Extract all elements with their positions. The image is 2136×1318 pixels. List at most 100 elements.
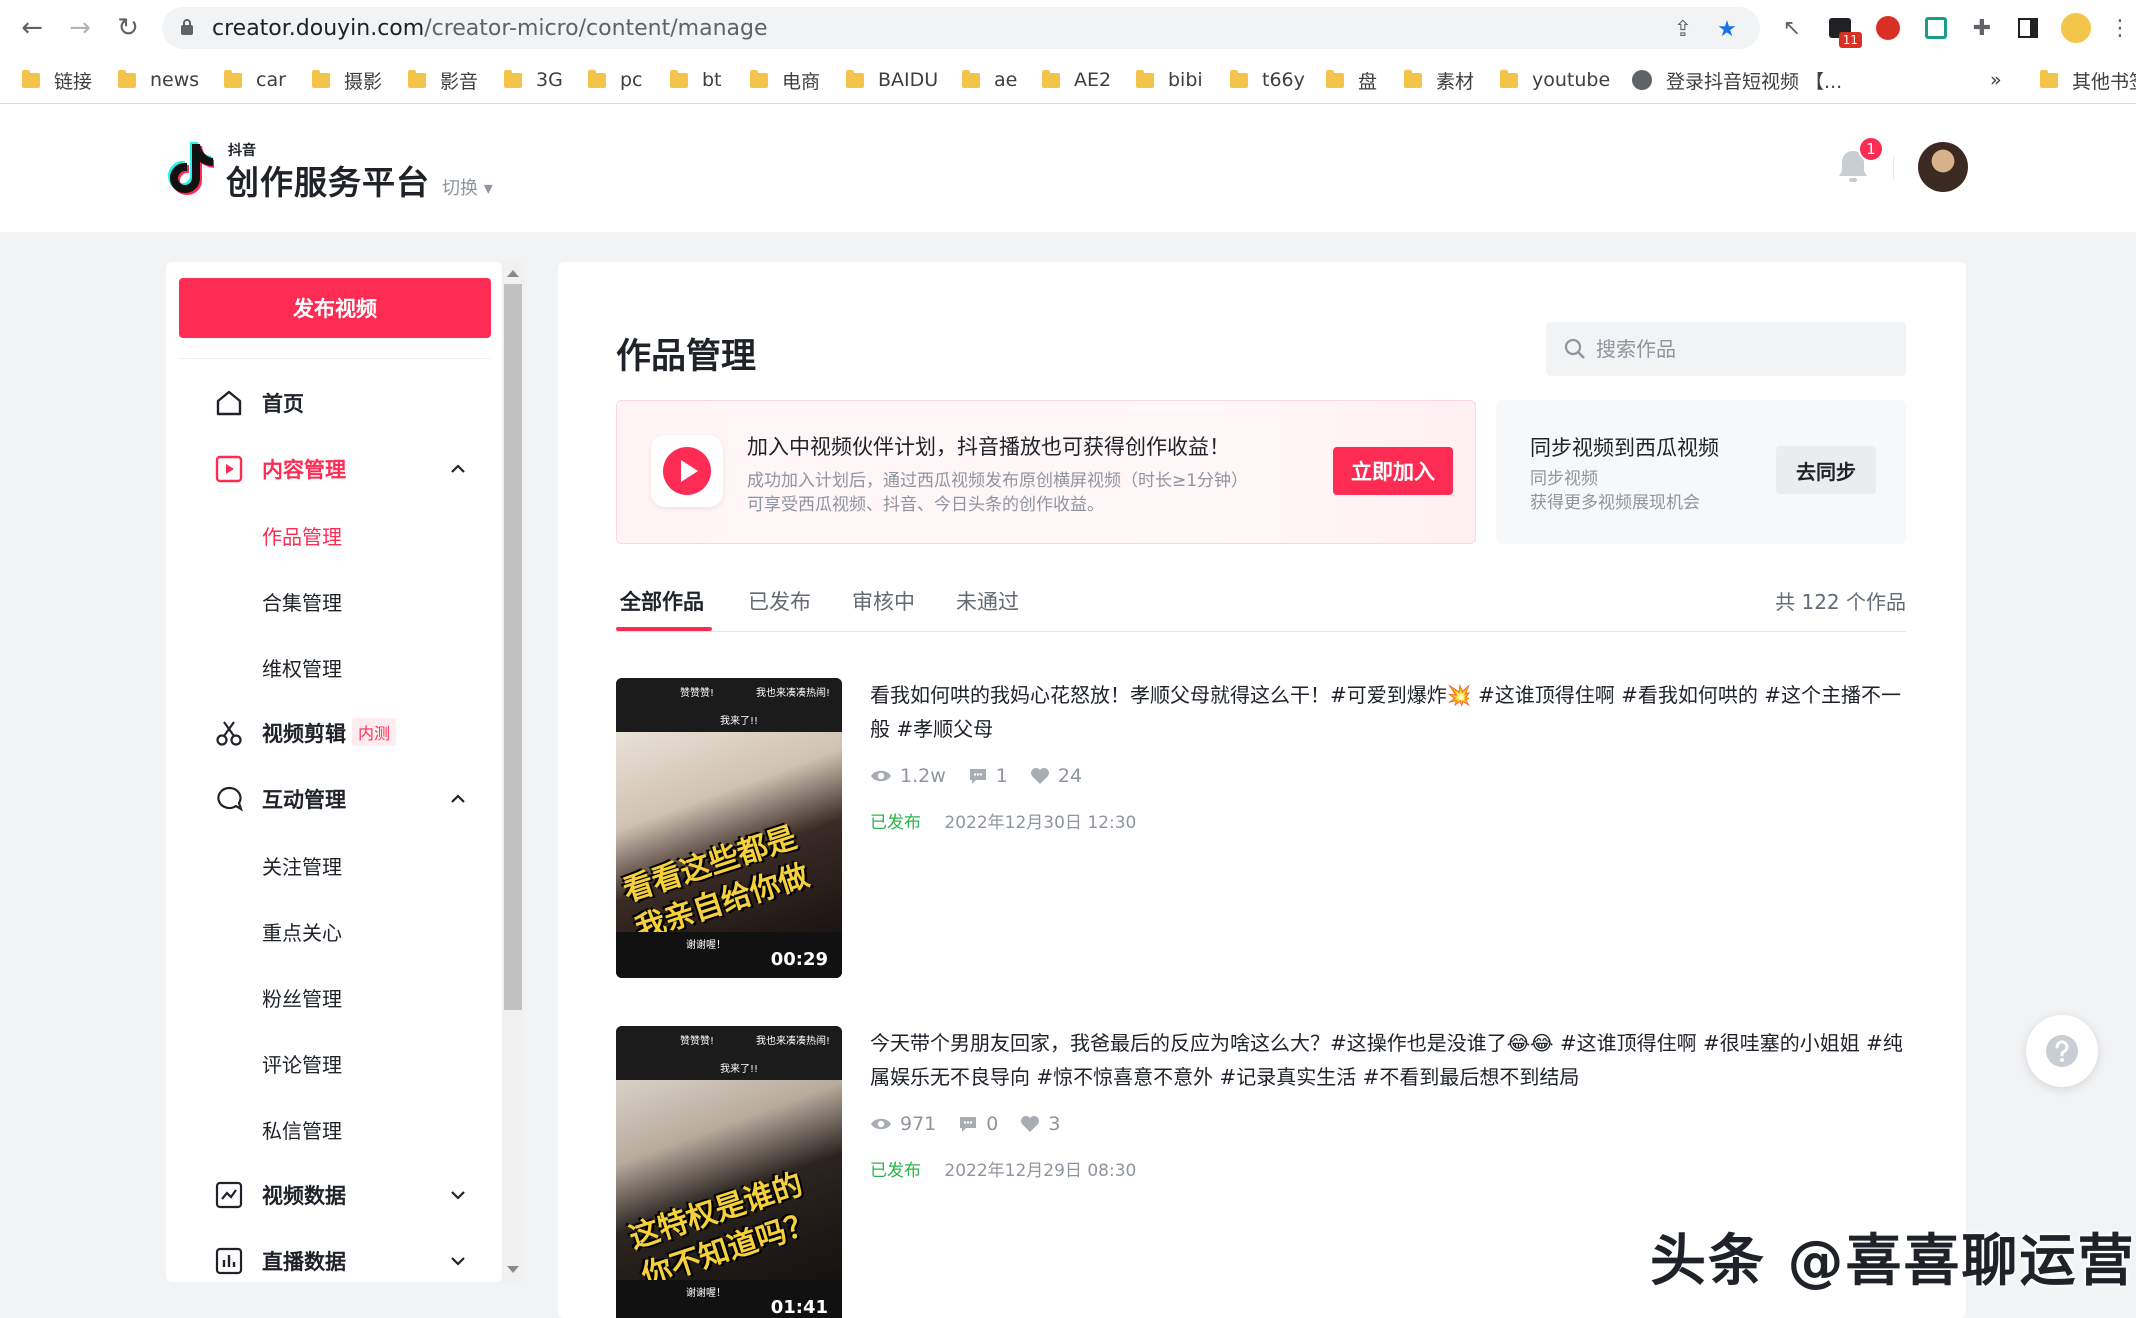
sidebar-item-following[interactable]: 关注管理 (166, 842, 502, 888)
works-tabs: 全部作品 已发布 审核中 未通过 共 122 个作品 (616, 562, 1906, 632)
star-icon[interactable]: ★ (1714, 16, 1740, 42)
share-icon[interactable]: ⇪ (1670, 16, 1696, 42)
folder-icon (670, 69, 688, 88)
menu-icon[interactable]: ⋮ (2104, 12, 2136, 44)
forward-icon[interactable]: → (62, 10, 98, 46)
list-item[interactable]: 赞赞赞! 我也来凑凑热闹! 我来了!! 看看这些都是我亲自给你做的喔 谢谢喔！ … (616, 678, 1906, 978)
chevron-down-icon[interactable] (448, 1185, 468, 1205)
translate-icon[interactable] (1920, 12, 1952, 44)
sidebar-item-rights[interactable]: 维权管理 (166, 644, 502, 690)
folder-icon (588, 69, 606, 88)
sidebar-item-content[interactable]: 内容管理 (166, 446, 502, 492)
chevron-up-icon[interactable] (448, 789, 468, 809)
folder-icon (408, 69, 426, 88)
bookmark-folder[interactable]: BAIDU (846, 66, 938, 94)
bookmark-folder[interactable]: 摄影 (312, 66, 382, 94)
folder-icon (1230, 69, 1248, 88)
sidepanel-icon[interactable] (2012, 12, 2044, 44)
join-now-button[interactable]: 立即加入 (1333, 447, 1453, 495)
sidebar-item-messages[interactable]: 私信管理 (166, 1106, 502, 1152)
chevron-down-icon[interactable] (448, 1251, 468, 1271)
adblock-icon[interactable] (1872, 12, 1904, 44)
other-bookmarks[interactable]: 其他书签 (2040, 66, 2136, 94)
sidebar-item-works[interactable]: 作品管理 (166, 512, 502, 558)
bookmark-folder[interactable]: 3G (504, 66, 563, 94)
sidebar-item-video-edit[interactable]: 视频剪辑 内测 (166, 710, 502, 756)
logo-title[interactable]: 创作服务平台 (226, 156, 430, 204)
video-cover[interactable]: 赞赞赞! 我也来凑凑热闹! 我来了!! 看看这些都是我亲自给你做的喔 谢谢喔！ … (616, 678, 842, 978)
work-title[interactable]: 今天带个男朋友回家，我爸最后的反应为啥这么大？#这操作也是没谁了😂😂 #这谁顶得… (870, 1026, 1906, 1094)
puzzle-icon[interactable]: ✚ (1966, 12, 1998, 44)
tab-reviewing[interactable]: 审核中 (852, 586, 915, 616)
sidebar-item-collections[interactable]: 合集管理 (166, 578, 502, 624)
video-cover[interactable]: 赞赞赞! 我也来凑凑热闹! 我来了!! 这特权是谁的你不知道吗？ 谢谢喔！ 01… (616, 1026, 842, 1318)
bookmark-folder[interactable]: ae (962, 66, 1017, 94)
bookmark-folder[interactable]: bt (670, 66, 722, 94)
sidebar-item-interaction[interactable]: 互动管理 (166, 776, 502, 822)
bookmark-folder[interactable]: 电商 (750, 66, 820, 94)
bookmark-folder[interactable]: 影音 (408, 66, 478, 94)
bookmark-folder[interactable]: youtube (1500, 66, 1610, 94)
bookmark-folder[interactable]: AE2 (1042, 66, 1111, 94)
folder-icon (312, 69, 330, 88)
bookmark-folder[interactable]: t66y (1230, 66, 1305, 94)
tab-rejected[interactable]: 未通过 (956, 586, 1019, 616)
bookmark-folder[interactable]: 链接 (22, 66, 92, 94)
sidebar-item-video-data[interactable]: 视频数据 (166, 1172, 502, 1218)
scroll-up-arrow-icon[interactable] (507, 270, 519, 277)
comment-icon (960, 1117, 977, 1132)
folder-icon (962, 69, 980, 88)
lock-icon (181, 19, 193, 35)
publish-time: 2022年12月29日 08:30 (944, 1161, 1137, 1181)
help-button[interactable] (2026, 1015, 2098, 1087)
search-input[interactable] (1596, 332, 1886, 366)
folder-icon (1326, 69, 1344, 88)
bookmarks-overflow[interactable]: » (1990, 66, 2002, 94)
views-stat: 1.2w (870, 765, 946, 787)
publish-video-button[interactable]: 发布视频 (179, 278, 491, 338)
heart-icon (1030, 768, 1049, 784)
work-title[interactable]: 看我如何哄的我妈心花怒放！孝顺父母就得这么干！#可爱到爆炸💥 #这谁顶得住啊 #… (870, 678, 1906, 746)
scrollbar-thumb[interactable] (504, 284, 522, 1010)
caret-down-icon: ▾ (483, 178, 493, 199)
back-icon[interactable]: ← (14, 10, 50, 46)
folder-icon (224, 69, 242, 88)
folder-icon (1404, 69, 1422, 88)
bookmark-folder[interactable]: bibi (1136, 66, 1203, 94)
tab-published[interactable]: 已发布 (748, 586, 811, 616)
switch-dropdown[interactable]: 切换 ▾ (442, 174, 493, 200)
cursor-extension-icon[interactable]: ↖ (1776, 12, 1808, 44)
extension-icon[interactable]: 11 (1824, 12, 1862, 48)
bookmark-folder[interactable]: news (118, 66, 199, 94)
sidebar-item-comments[interactable]: 评论管理 (166, 1040, 502, 1086)
video-duration: 01:41 (770, 1297, 828, 1318)
scroll-down-arrow-icon[interactable] (507, 1266, 519, 1273)
bookmark-folder[interactable]: pc (588, 66, 643, 94)
reload-icon[interactable]: ↻ (110, 10, 146, 46)
comments-stat: 1 (968, 765, 1008, 787)
publish-time: 2022年12月30日 12:30 (944, 813, 1137, 833)
sidebar-item-key-care[interactable]: 重点关心 (166, 908, 502, 954)
eye-icon (871, 770, 891, 782)
bookmark-folder[interactable]: 素材 (1404, 66, 1474, 94)
sync-xigua-banner: 同步视频到西瓜视频 同步视频 获得更多视频展现机会 去同步 (1496, 400, 1906, 544)
profile-icon[interactable] (2060, 12, 2092, 44)
bookmark-folder[interactable]: 盘 (1326, 66, 1377, 94)
bookmark-folder[interactable]: car (224, 66, 286, 94)
sidebar-item-home[interactable]: 首页 (166, 380, 502, 426)
chat-icon (217, 786, 243, 812)
go-sync-button[interactable]: 去同步 (1776, 446, 1876, 494)
sync-subtitle: 同步视频 (1530, 469, 1598, 489)
sidebar-item-fans[interactable]: 粉丝管理 (166, 974, 502, 1020)
chevron-up-icon[interactable] (448, 459, 468, 479)
avatar[interactable] (1918, 142, 1968, 192)
address-bar[interactable]: creator.douyin.com/creator-micro/content… (162, 7, 1760, 49)
scissors-icon (216, 721, 242, 746)
folder-icon (750, 69, 768, 88)
bookmark-link[interactable]: 登录抖音短视频 【... (1632, 66, 1842, 94)
douyin-logo-icon (168, 142, 214, 195)
sidebar-item-live-data[interactable]: 直播数据 (166, 1238, 502, 1282)
comment-icon (969, 769, 986, 784)
tab-all-works[interactable]: 全部作品 (620, 586, 704, 616)
search-box[interactable] (1546, 322, 1906, 376)
